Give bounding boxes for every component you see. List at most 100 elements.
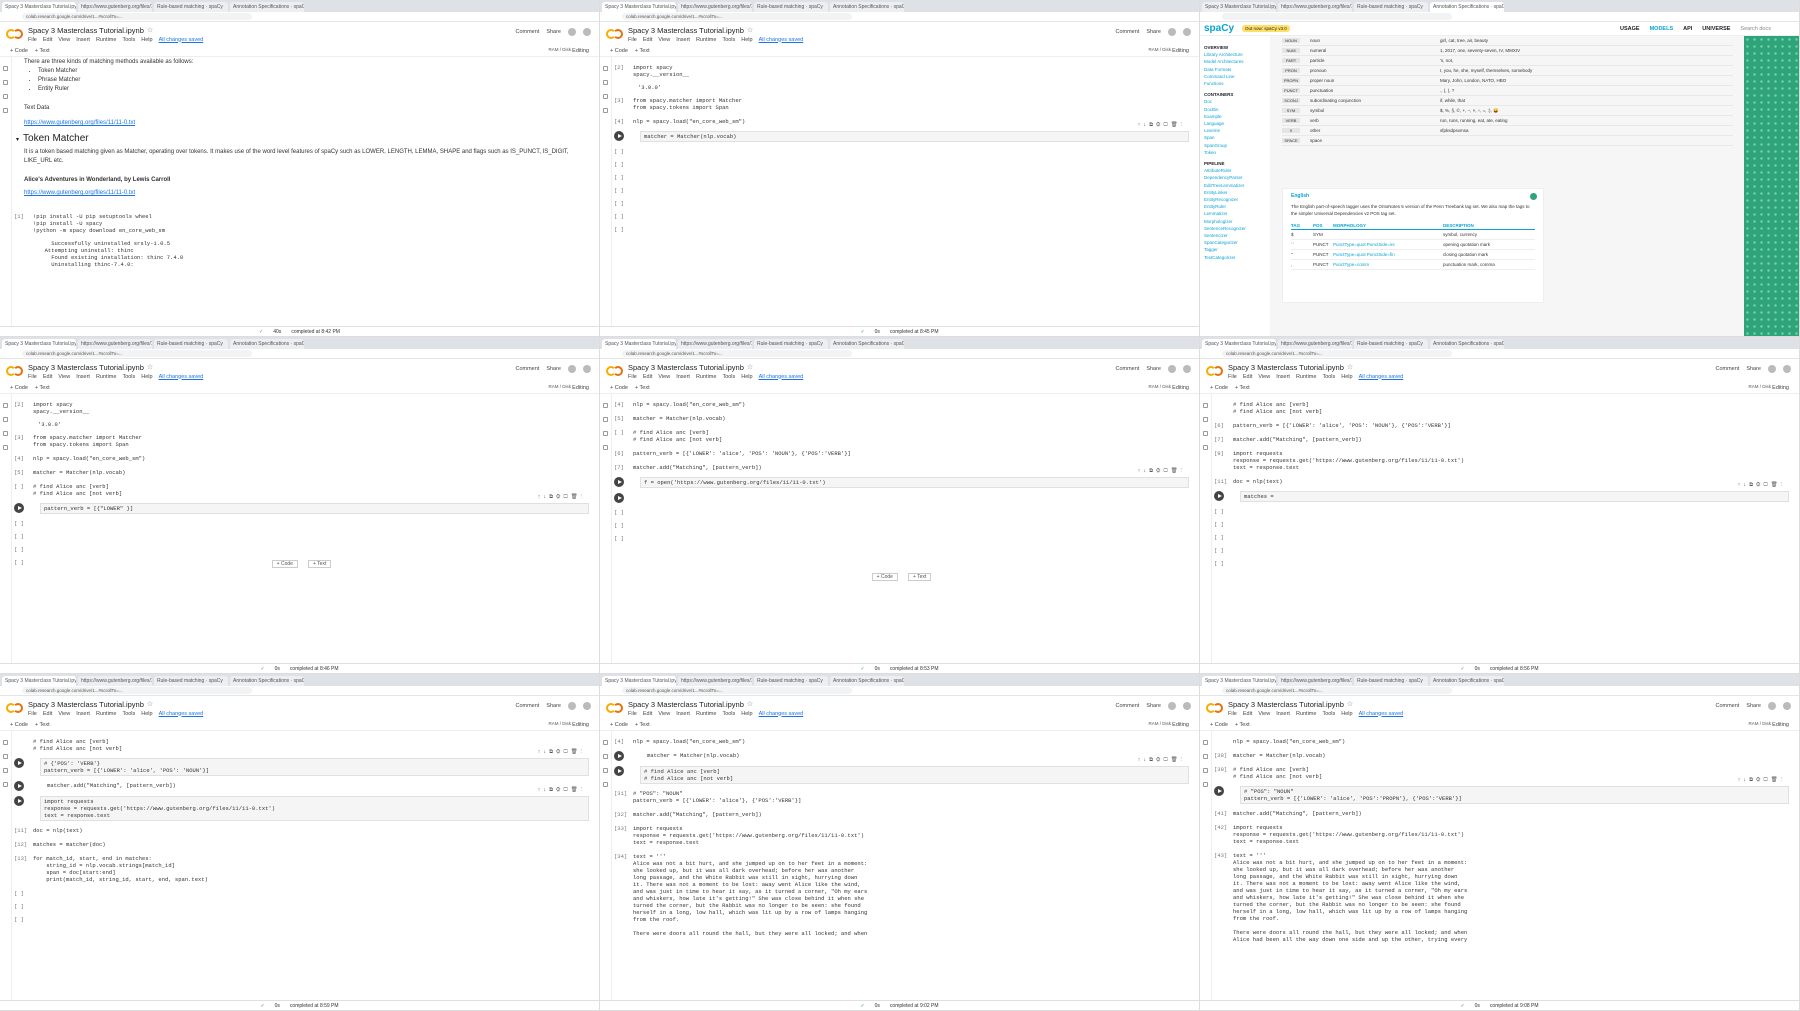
cell-code[interactable]: matcher = Matcher(nlp.vocab) [1230,751,1789,760]
toc-icon[interactable] [3,66,8,71]
code-cell[interactable]: pattern_verb = [{"LOWER" }] ↑↓⧉⚙▢🗑⋮ [14,494,589,514]
cell-code[interactable] [30,889,589,891]
sidebar-link[interactable]: EditTreeLemmatizer [1204,182,1266,189]
code-cell[interactable]: [ ] [1214,559,1789,567]
code-cell[interactable]: [ ] [1214,520,1789,528]
user-avatar[interactable] [583,365,591,373]
comment-button[interactable]: Comment [515,29,539,35]
cell-code[interactable] [630,160,1189,162]
saved-status[interactable]: All changes saved [759,37,804,43]
menu-insert[interactable]: Insert [76,711,90,717]
sidebar-link[interactable]: Lemmatizer [1204,210,1266,217]
code-cell[interactable]: matches = ↑↓⧉⚙▢🗑⋮ [1214,482,1789,502]
menu-tools[interactable]: Tools [722,711,735,717]
browser-tab[interactable]: Annotation Specifications · spaCy [830,676,904,686]
collapse-icon[interactable]: ▾ [16,137,19,143]
add-text-button[interactable]: + Text [907,573,932,581]
browser-tab[interactable]: https://www.gutenberg.org/files/11 [1278,676,1352,686]
add-text-button[interactable]: + Text [635,385,650,391]
cell-code[interactable] [30,902,589,904]
cell-code[interactable]: import requests response = requests.get(… [40,796,589,821]
code-cell[interactable]: [ ] [14,532,589,540]
menu-runtime[interactable]: Runtime [96,374,116,380]
add-code-button[interactable]: + Code [10,722,28,728]
code-cell[interactable]: [ ] [614,186,1189,194]
share-button[interactable]: Share [1746,703,1761,709]
code-cell[interactable]: [7] matcher.add("Matching", [pattern_verb… [1214,435,1789,444]
user-avatar[interactable] [583,28,591,36]
code-cell[interactable]: [9] import requests response = requests.g… [1214,449,1789,472]
folder-icon[interactable] [3,782,8,787]
code-cell[interactable]: [34] text = ''' Alice was not a bit hurt,… [614,852,1189,938]
cell-code[interactable] [630,212,1189,214]
code-cell[interactable]: [42] import requests response = requests.… [1214,823,1789,846]
card-title[interactable]: English [1291,193,1535,199]
menu-runtime[interactable]: Runtime [96,711,116,717]
run-cell-button[interactable] [14,758,24,768]
folder-icon[interactable] [1203,445,1208,450]
folder-icon[interactable] [603,108,608,113]
menu-view[interactable]: View [58,37,70,43]
browser-tab[interactable]: Spacy 3 Masterclass Tutorial.ipynb [2,676,76,686]
code-cell[interactable]: # find Alice anc [verb] # find Alice anc… [1214,400,1789,416]
cell-code[interactable] [644,493,1189,495]
user-avatar[interactable] [1183,702,1191,710]
browser-tab[interactable]: Spacy 3 Masterclass Tutorial.ipynb [2,2,76,12]
code-cell[interactable]: [ ] [14,915,589,923]
add-text-button[interactable]: + Text [1235,722,1250,728]
code-cell[interactable]: [2] import spacy spacy.__version__ [14,400,589,416]
browser-tab[interactable]: https://www.gutenberg.org/files/11 [78,676,152,686]
colab-logo-icon[interactable] [6,29,23,39]
url-input[interactable]: colab.research.google.com/drive/1...#scr… [22,687,252,694]
star-icon[interactable]: ☆ [147,26,153,34]
share-button[interactable]: Share [546,703,561,709]
saved-status[interactable]: All changes saved [159,374,204,380]
folder-icon[interactable] [603,445,608,450]
search-icon[interactable] [1203,754,1208,759]
menu-edit[interactable]: Edit [1243,374,1252,380]
sidebar-link[interactable]: TextCategorizer [1204,254,1266,261]
menu-file[interactable]: File [1228,711,1237,717]
menu-runtime[interactable]: Runtime [696,711,716,717]
code-cell[interactable]: [6] pattern_verb = [{'LOWER': 'alice', 'P… [614,449,1189,458]
code-cell[interactable]: [11] doc = nlp(text) [1214,477,1789,486]
cell-code[interactable] [630,225,1189,227]
code-cell[interactable]: [12] matches = matcher(doc) [14,840,589,849]
saved-status[interactable]: All changes saved [1359,374,1404,380]
markdown-cell[interactable]: There are three kinds of matching method… [14,58,589,128]
code-cell[interactable]: matcher.add("Matching", [pattern_verb]) [14,781,589,791]
code-cell[interactable]: f = open('https://www.gutenberg.org/file… [614,468,1189,488]
folder-icon[interactable] [1203,782,1208,787]
cell-code[interactable]: # {'POS': 'VERB'} pattern_verb = [{'LOWE… [40,758,589,776]
menu-file[interactable]: File [28,711,37,717]
star-icon[interactable]: ☆ [747,363,753,371]
code-cell[interactable]: [ ] [14,889,589,897]
menu-view[interactable]: View [58,711,70,717]
menu-tools[interactable]: Tools [1322,374,1335,380]
gutenberg-link[interactable]: https://www.gutenberg.org/files/11/11-0.… [24,189,589,198]
sidebar-link[interactable]: AttributeRuler [1204,167,1266,174]
menu-help[interactable]: Help [741,374,752,380]
cell-code[interactable] [630,199,1189,201]
code-snippet-icon[interactable] [3,431,8,436]
cell-code[interactable]: nlp = spacy.load("en_core_web_sm") [630,400,1189,409]
cell-toolbar-icon[interactable]: ↑↓⧉⚙▢🗑⋮ [1738,777,1785,784]
code-cell[interactable]: # "POS": "NOUN" pattern_verb = [{'LOWER'… [1214,777,1789,804]
markdown-cell[interactable]: It is a token based matching given as Ma… [14,148,589,198]
run-cell-button[interactable] [14,781,24,791]
browser-tab[interactable]: Spacy 3 Masterclass Tutorial.ipynb [1202,2,1276,12]
code-cell[interactable]: nlp = spacy.load("en_core_web_sm") [1214,737,1789,746]
cell-code[interactable]: text = ''' Alice was not a bit hurt, and… [1230,851,1789,944]
spacy-logo[interactable]: spaCy [1204,23,1234,34]
code-snippet-icon[interactable] [1203,431,1208,436]
gear-icon[interactable] [568,365,576,373]
add-code-button[interactable]: + Code [10,385,28,391]
cell-code[interactable]: matcher = Matcher(nlp.vocab) [30,468,589,477]
code-cell[interactable]: [ ] [1214,507,1789,515]
sidebar-link[interactable]: Data Formats [1204,66,1266,73]
search-icon[interactable] [603,417,608,422]
cell-code[interactable] [1230,520,1789,522]
code-cell[interactable]: [13] for match_id, start, end in matches:… [14,854,589,884]
editing-mode[interactable]: Editing [1172,722,1189,728]
nav-api[interactable]: API [1683,26,1692,32]
